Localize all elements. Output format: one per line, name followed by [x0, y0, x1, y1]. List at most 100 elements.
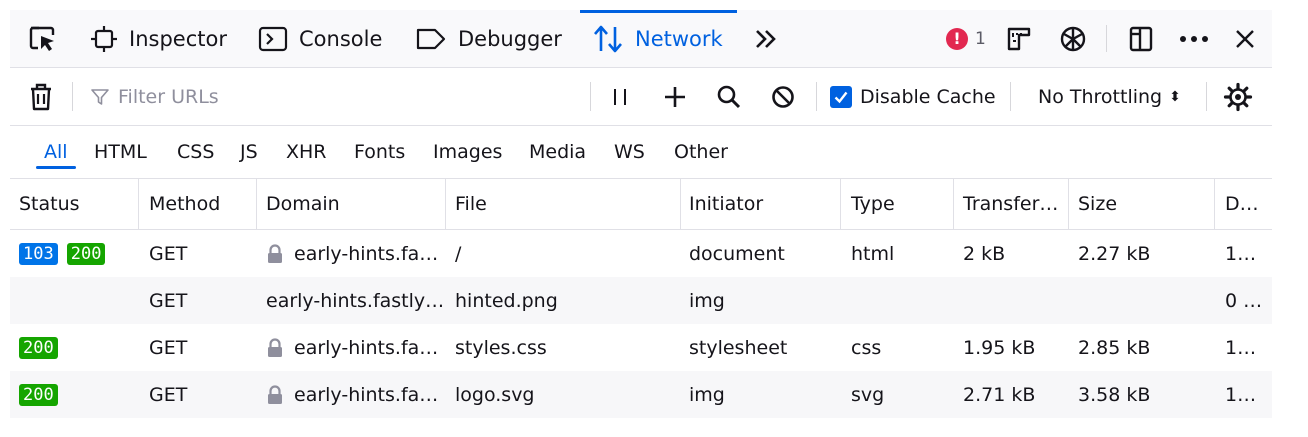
initiator-cell[interactable]: img	[680, 277, 840, 324]
domain-text: early-hints.fastly…	[266, 289, 445, 312]
throttling-select[interactable]: No Throttling ⬍	[1038, 68, 1181, 125]
domain-text: early-hints.fa…	[294, 242, 439, 265]
debugger-icon	[416, 28, 446, 49]
new-request-button[interactable]	[660, 68, 690, 125]
error-count-badge[interactable]: ! 1	[946, 10, 986, 67]
column-header-file[interactable]: File	[446, 179, 680, 229]
filter-urls-input[interactable]	[118, 85, 558, 108]
filter-css[interactable]: CSS	[177, 126, 214, 178]
close-devtools-button[interactable]	[1230, 10, 1260, 67]
filter-ws[interactable]: WS	[614, 126, 645, 178]
method-cell: GET	[149, 383, 188, 406]
devtools-toolbar: Inspector Console Debugger Network ! 1	[10, 10, 1272, 68]
accessibility-button[interactable]	[1058, 10, 1088, 67]
filter-label: JS	[240, 141, 258, 163]
error-icon: !	[946, 27, 968, 50]
duration-cell: 1…	[1225, 336, 1257, 359]
gear-icon	[1223, 82, 1253, 111]
column-header-type[interactable]: Type	[842, 179, 953, 229]
domain-text: early-hints.fa…	[294, 336, 439, 359]
filter-label: HTML	[94, 141, 147, 163]
lock-icon	[268, 384, 282, 404]
request-type-filters: All HTML CSS JS XHR Fonts Images Media W…	[10, 126, 1272, 179]
tab-network[interactable]: Network	[580, 10, 737, 67]
filter-icon	[91, 88, 109, 105]
status-cell: 200	[10, 324, 138, 371]
type-cell: html	[851, 242, 895, 265]
filter-label: Images	[433, 141, 503, 163]
inspector-icon	[91, 25, 117, 52]
domain-cell: early-hints.fa…	[257, 230, 445, 277]
element-picker-button[interactable]	[24, 10, 60, 67]
column-label: Size	[1078, 193, 1118, 215]
initiator-cell[interactable]: document	[680, 230, 840, 277]
filter-other[interactable]: Other	[674, 126, 728, 178]
column-resizer[interactable]	[138, 179, 139, 229]
request-blocking-button[interactable]	[768, 68, 798, 125]
type-cell	[842, 277, 953, 324]
disable-cache-toggle[interactable]: Disable Cache	[830, 68, 996, 125]
network-toolbar: Disable Cache No Throttling ⬍	[10, 68, 1272, 126]
filter-js[interactable]: JS	[240, 126, 258, 178]
table-row[interactable]: 103 200 GET early-hints.fa… / document h…	[10, 230, 1272, 277]
column-header-method[interactable]: Method	[140, 179, 256, 229]
network-settings-button[interactable]	[1220, 68, 1256, 125]
column-resizer[interactable]	[840, 179, 841, 229]
responsive-design-button[interactable]	[1004, 10, 1034, 67]
clear-requests-button[interactable]	[24, 68, 58, 125]
duration-cell: 1…	[1225, 242, 1257, 265]
tab-console[interactable]: Console	[258, 10, 382, 67]
file-cell: /	[455, 242, 462, 265]
search-requests-button[interactable]	[714, 68, 744, 125]
column-label: D…	[1225, 193, 1259, 215]
status-badge: 200	[19, 336, 58, 359]
toolbar-separator	[1010, 82, 1011, 111]
column-header-status[interactable]: Status	[10, 179, 138, 229]
column-resizer[interactable]	[1214, 179, 1215, 229]
filter-all[interactable]: All	[36, 126, 75, 178]
column-label: Transfer…	[963, 193, 1059, 215]
type-cell: css	[851, 336, 882, 359]
column-header-size[interactable]: Size	[1069, 179, 1214, 229]
checkmark-icon	[834, 91, 848, 103]
filter-images[interactable]: Images	[433, 126, 502, 178]
table-row[interactable]: 200 GET early-hints.fa… logo.svg img svg…	[10, 371, 1272, 418]
table-row[interactable]: 200 GET early-hints.fa… styles.css style…	[10, 324, 1272, 371]
more-tabs-button[interactable]	[752, 10, 780, 67]
column-label: Type	[851, 193, 895, 215]
file-cell: styles.css	[455, 336, 547, 359]
initiator-cell[interactable]: stylesheet	[680, 324, 840, 371]
dock-side-icon	[1129, 26, 1153, 51]
column-header-domain[interactable]: Domain	[257, 179, 445, 229]
filter-label: WS	[614, 141, 645, 163]
pause-recording-button[interactable]	[606, 68, 634, 125]
method-cell: GET	[149, 242, 188, 265]
tab-debugger[interactable]: Debugger	[415, 10, 562, 67]
network-icon	[594, 25, 622, 52]
column-header-initiator[interactable]: Initiator	[680, 179, 840, 229]
error-count: 1	[975, 28, 986, 49]
more-options-button[interactable]	[1176, 10, 1212, 67]
disable-cache-checkbox[interactable]	[830, 85, 852, 108]
method-cell: GET	[149, 289, 188, 312]
column-header-duration[interactable]: D…	[1216, 179, 1272, 229]
filter-fonts[interactable]: Fonts	[354, 126, 405, 178]
table-row[interactable]: GET early-hints.fastly… hinted.png img 0…	[10, 277, 1272, 324]
initiator-cell[interactable]: img	[680, 371, 840, 418]
pause-icon	[614, 88, 626, 105]
tab-inspector[interactable]: Inspector	[90, 10, 227, 67]
tab-label: Network	[635, 26, 723, 51]
file-cell: logo.svg	[455, 383, 535, 406]
dock-side-button[interactable]	[1126, 10, 1156, 67]
filter-urls-field[interactable]	[90, 68, 580, 125]
lock-icon	[268, 243, 282, 263]
filter-html[interactable]: HTML	[94, 126, 147, 178]
table-header: Status Method Domain File Initiator Type…	[10, 179, 1272, 230]
transferred-cell: 1.95 kB	[963, 336, 1036, 359]
filter-xhr[interactable]: XHR	[286, 126, 327, 178]
column-header-transferred[interactable]: Transfer…	[954, 179, 1068, 229]
console-icon	[258, 26, 288, 51]
filter-media[interactable]: Media	[529, 126, 586, 178]
transferred-cell	[954, 277, 1068, 324]
size-cell	[1069, 277, 1214, 324]
